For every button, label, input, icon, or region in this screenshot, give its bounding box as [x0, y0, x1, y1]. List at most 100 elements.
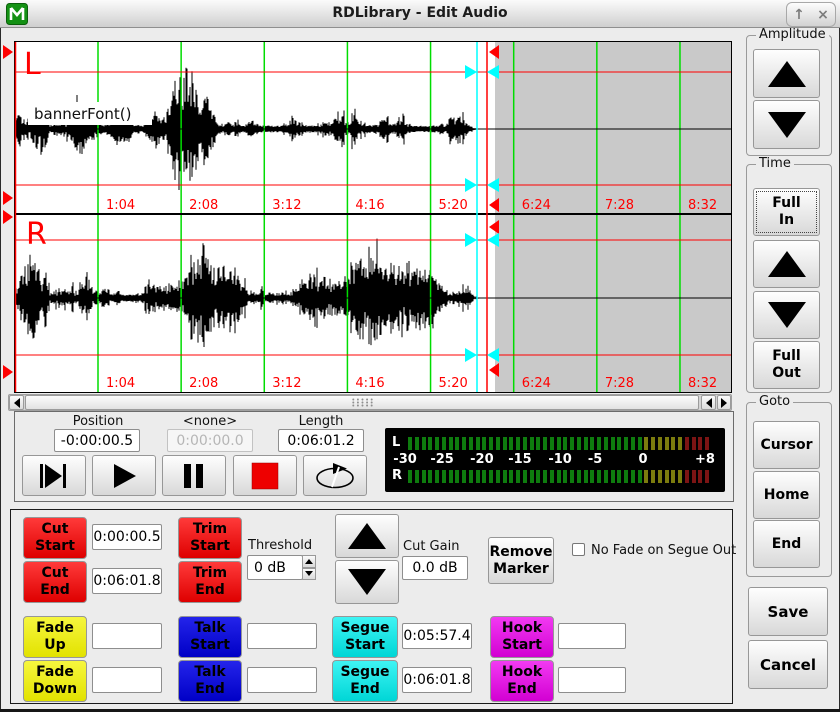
- position-field[interactable]: -0:00:00.5: [54, 429, 140, 452]
- time-group-label: Time: [756, 157, 794, 171]
- svg-text:5:20: 5:20: [439, 198, 468, 213]
- fade-down-field[interactable]: [92, 667, 162, 693]
- svg-text:7:28: 7:28: [605, 198, 634, 213]
- hook-start-field[interactable]: [558, 623, 626, 649]
- length-label: Length: [278, 414, 364, 429]
- no-fade-checkbox[interactable]: [572, 543, 585, 556]
- svg-text:4:16: 4:16: [355, 198, 384, 213]
- gain-down-button[interactable]: [335, 560, 399, 604]
- cut-end-button[interactable]: Cut End: [23, 561, 87, 603]
- titlebar[interactable]: RDLibrary - Edit Audio ↑ ×: [0, 0, 840, 28]
- fade-down-button[interactable]: Fade Down: [23, 660, 87, 702]
- arrow-left-icon: [706, 398, 712, 408]
- cut-start-field[interactable]: 0:00:00.5: [92, 524, 162, 550]
- stop-button[interactable]: [233, 455, 297, 496]
- svg-text:8:32: 8:32: [688, 198, 717, 213]
- spin-up-icon: [305, 559, 313, 564]
- svg-text:7:28: 7:28: [605, 376, 634, 391]
- waveform-scrollbar[interactable]: [8, 394, 732, 411]
- hook-start-button[interactable]: Hook Start: [490, 616, 554, 658]
- zoom-full-out-button[interactable]: Full Out: [753, 341, 820, 389]
- segue-start-field[interactable]: 0:05:57.4: [402, 623, 472, 649]
- none-label: <none>: [167, 414, 253, 429]
- loop-button[interactable]: [303, 455, 367, 496]
- svg-text:3:12: 3:12: [272, 198, 301, 213]
- meter-left-label: L: [392, 435, 400, 450]
- arrow-up-icon: [348, 523, 386, 549]
- arrow-right-icon: [721, 398, 727, 408]
- waveform-svg: 1:04 1:04 2:08 2:08 3:12 3:12 4:16 4:16 5:20 5:20…: [0, 41, 740, 393]
- meter-left-bar: [408, 437, 712, 450]
- hook-end-button[interactable]: Hook End: [490, 660, 554, 702]
- zoom-out-button[interactable]: [753, 291, 820, 339]
- no-fade-label: No Fade on Segue Out: [591, 543, 736, 558]
- stop-icon: [250, 462, 280, 490]
- svg-text:L: L: [24, 47, 41, 82]
- gain-up-button[interactable]: [335, 514, 399, 558]
- talk-start-field[interactable]: [247, 623, 317, 649]
- cancel-button[interactable]: Cancel: [748, 640, 828, 689]
- arrow-down-icon: [348, 569, 386, 595]
- svg-text:5:20: 5:20: [439, 376, 468, 391]
- cue-button[interactable]: [22, 455, 86, 496]
- save-button[interactable]: Save: [748, 587, 828, 636]
- zoom-full-in-button[interactable]: Full In: [753, 188, 820, 236]
- play-icon: [105, 462, 143, 490]
- zoom-in-button[interactable]: [753, 240, 820, 288]
- segue-end-button[interactable]: Segue End: [332, 660, 398, 702]
- arrow-up-icon: [768, 61, 806, 87]
- goto-cursor-button[interactable]: Cursor: [753, 421, 820, 469]
- svg-text:4:16: 4:16: [355, 376, 384, 391]
- svg-text:2:08: 2:08: [189, 198, 218, 213]
- scrollbar-thumb[interactable]: [25, 395, 699, 410]
- amplitude-up-button[interactable]: [753, 49, 820, 98]
- scroll-left-button[interactable]: [9, 395, 24, 410]
- window-controls: ↑ ×: [786, 2, 836, 27]
- arrow-up-icon: [768, 251, 806, 277]
- remove-marker-button[interactable]: Remove Marker: [488, 537, 554, 584]
- segue-start-button[interactable]: Segue Start: [332, 616, 398, 658]
- svg-text:R: R: [26, 217, 47, 252]
- svg-text:1:04: 1:04: [106, 376, 135, 391]
- svg-text:6:24: 6:24: [522, 376, 551, 391]
- svg-text:2:08: 2:08: [189, 376, 218, 391]
- scroll-left-button-2[interactable]: [701, 395, 716, 410]
- svg-text:1:04: 1:04: [106, 198, 135, 213]
- talk-end-field[interactable]: [247, 667, 317, 693]
- cut-gain-label: Cut Gain: [403, 539, 459, 554]
- cut-gain-field[interactable]: 0.0 dB: [402, 556, 468, 580]
- scrollbar-grip-icon: [351, 398, 374, 407]
- scroll-right-button[interactable]: [717, 395, 731, 410]
- play-button[interactable]: [92, 455, 156, 496]
- threshold-spinbox[interactable]: 0 dB: [247, 555, 303, 580]
- cut-end-field[interactable]: 0:06:01.8: [92, 568, 162, 594]
- amplitude-down-button[interactable]: [753, 100, 820, 149]
- trim-end-button[interactable]: Trim End: [178, 561, 242, 603]
- talk-start-button[interactable]: Talk Start: [178, 616, 242, 658]
- meter-right-label: R: [392, 468, 402, 483]
- threshold-spin-down[interactable]: [302, 568, 316, 581]
- amplitude-group-label: Amplitude: [756, 28, 829, 42]
- svg-text:6:24: 6:24: [522, 198, 551, 213]
- goto-end-button[interactable]: End: [753, 520, 820, 568]
- shade-icon[interactable]: ↑: [793, 8, 805, 22]
- hook-end-field[interactable]: [558, 667, 626, 693]
- close-icon[interactable]: ×: [817, 8, 829, 22]
- window-title: RDLibrary - Edit Audio: [0, 5, 840, 21]
- talk-end-button[interactable]: Talk End: [178, 660, 242, 702]
- cut-start-button[interactable]: Cut Start: [23, 517, 87, 559]
- length-field[interactable]: 0:06:01.2: [278, 429, 364, 452]
- threshold-spin-up[interactable]: [302, 555, 316, 568]
- pause-button[interactable]: [162, 455, 226, 496]
- meter-scale: -30-25-20-15-10-50+8: [385, 452, 725, 468]
- arrow-down-icon: [768, 112, 806, 138]
- position-label: Position: [55, 414, 141, 429]
- trim-start-button[interactable]: Trim Start: [178, 517, 242, 559]
- loop-icon: [312, 461, 358, 491]
- goto-home-button[interactable]: Home: [753, 471, 820, 519]
- fade-up-field[interactable]: [92, 623, 162, 649]
- svg-text:3:12: 3:12: [272, 376, 301, 391]
- waveform-display[interactable]: 1:04 1:04 2:08 2:08 3:12 3:12 4:16 4:16 5:20 5:20…: [0, 41, 740, 393]
- fade-up-button[interactable]: Fade Up: [23, 616, 87, 658]
- segue-end-field[interactable]: 0:06:01.8: [402, 667, 472, 693]
